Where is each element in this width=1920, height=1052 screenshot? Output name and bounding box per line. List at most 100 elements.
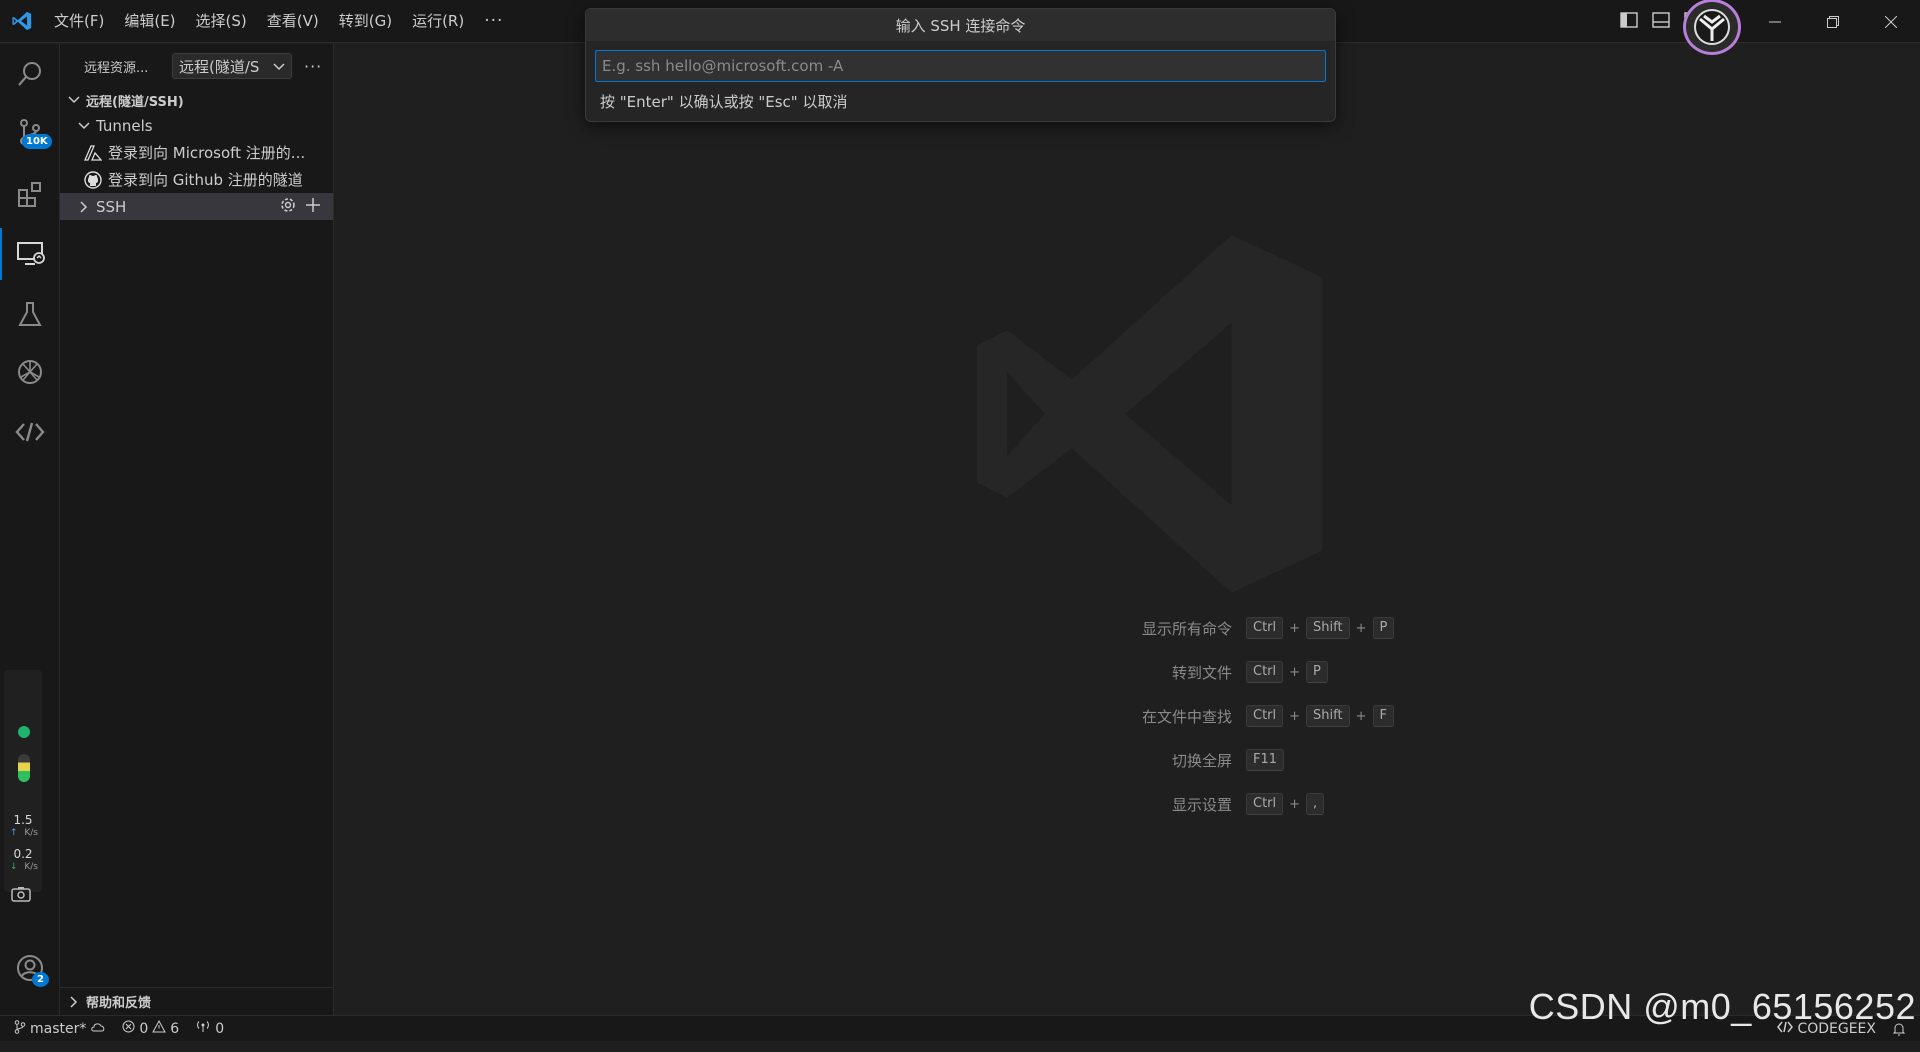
ai-assistant-icon[interactable] [0, 346, 60, 398]
search-icon[interactable] [0, 48, 60, 100]
remote-explorer-sidebar: 远程资源... 远程(隧道/S ··· 远程(隧道/SSH) Tunnels 登… [60, 44, 334, 1015]
shortcut-row: 转到文件 Ctrl + P [854, 650, 1474, 694]
remote-view-select-value: 远程(隧道/S [179, 57, 260, 76]
memory-level-bar [18, 754, 30, 782]
quick-input-hint: 按 "Enter" 以确认或按 "Esc" 以取消 [600, 93, 848, 111]
ssh-group[interactable]: SSH [60, 193, 333, 220]
ssh-label: SSH [96, 197, 127, 216]
codegeex-icon[interactable] [0, 406, 60, 458]
remote-view-select[interactable]: 远程(隧道/S [172, 53, 292, 79]
upload-speed-unit: K/s [24, 828, 38, 838]
menu-edit[interactable]: 编辑(E) [114, 0, 185, 43]
extensions-icon[interactable] [0, 168, 60, 220]
ssh-settings-gear-icon[interactable] [279, 196, 297, 218]
key-plus: + [1289, 620, 1301, 636]
upload-speed-value: 1.5 [13, 813, 33, 827]
menu-file[interactable]: 文件(F) [44, 0, 114, 43]
testing-flask-icon[interactable] [0, 288, 60, 340]
add-ssh-host-plus-icon[interactable] [305, 197, 321, 217]
ssh-actions [279, 193, 321, 220]
accounts-icon[interactable]: 2 [0, 942, 60, 994]
screenshot-camera-icon[interactable] [0, 878, 42, 910]
key-cap: Ctrl [1246, 617, 1284, 639]
shortcut-hints: 显示所有命令 Ctrl + Shift + P 转到文件 Ctrl + P 在文件中查… [854, 606, 1474, 826]
menu-run[interactable]: 运行(R) [402, 0, 474, 43]
floating-assistant-avatar-icon[interactable] [1683, 0, 1741, 55]
sync-cloud-icon[interactable] [90, 1021, 106, 1037]
download-speed-unit: K/s [24, 862, 38, 872]
shortcut-keys: F11 [1246, 749, 1285, 771]
shortcut-keys: Ctrl + P [1246, 661, 1328, 683]
tunnel-item-label: 登录到向 Github 注册的隧道 [108, 171, 303, 189]
shortcut-label: 显示设置 [1171, 795, 1232, 814]
tunnel-item-github[interactable]: 登录到向 Github 注册的隧道 [60, 166, 333, 193]
chevron-right-icon [76, 199, 92, 215]
shortcut-label: 在文件中查找 [1141, 707, 1232, 726]
network-monitor-panel: 1.5 ↑ K/s 0.2 ↓ K/s [4, 670, 42, 892]
chevron-down-icon [66, 92, 82, 108]
key-plus: + [1355, 620, 1367, 636]
key-plus: + [1289, 664, 1301, 680]
ssh-command-input[interactable] [595, 50, 1326, 82]
sidebar-more-actions-icon[interactable]: ··· [304, 57, 322, 76]
sidebar-title: 远程资源... [84, 60, 149, 76]
quick-input-title: 输入 SSH 连接命令 [586, 9, 1335, 41]
tunnel-item-microsoft[interactable]: 登录到向 Microsoft 注册的... [60, 139, 333, 166]
problems-status[interactable]: 0 6 [114, 1019, 187, 1037]
shortcut-keys: Ctrl + Shift + P [1246, 617, 1395, 639]
git-branch-label: master* [30, 1020, 87, 1037]
ports-count: 0 [215, 1020, 225, 1037]
sidebar-header: 远程资源... 远程(隧道/S ··· [60, 44, 333, 88]
key-cap: Shift [1306, 617, 1350, 639]
azure-icon [84, 144, 102, 162]
key-cap: , [1306, 793, 1325, 815]
shortcut-row: 切换全屏 F11 [854, 738, 1474, 782]
tunnels-group[interactable]: Tunnels [60, 112, 333, 139]
key-cap: F [1372, 705, 1394, 727]
shortcut-label: 转到文件 [1171, 663, 1232, 682]
key-cap: Ctrl [1246, 705, 1284, 727]
toggle-primary-sidebar-icon[interactable] [1620, 11, 1638, 32]
remote-explorer-icon[interactable] [0, 228, 60, 280]
menu-view[interactable]: 查看(V) [257, 0, 329, 43]
close-icon[interactable] [1862, 0, 1920, 43]
shortcut-row: 显示所有命令 Ctrl + Shift + P [854, 606, 1474, 650]
help-feedback-label: 帮助和反馈 [86, 996, 152, 1011]
git-branch-status[interactable]: master* [0, 1019, 114, 1038]
source-control-icon[interactable]: 10K [0, 106, 60, 158]
github-icon [84, 170, 102, 189]
shortcut-label: 切换全屏 [1171, 751, 1232, 770]
key-cap: Ctrl [1246, 661, 1284, 683]
minimize-icon[interactable] [1746, 0, 1804, 43]
menu-selection[interactable]: 选择(S) [186, 0, 257, 43]
warning-count: 6 [170, 1020, 180, 1037]
menu-more-button[interactable]: ··· [474, 0, 513, 43]
editor-area: 显示所有命令 Ctrl + Shift + P 转到文件 Ctrl + P 在文件中查… [334, 44, 1920, 1015]
activity-bar: 10K 1.5 ↑ K/s 0.2 ↓ K/s 2 [0, 44, 60, 1036]
ports-status[interactable]: 0 [187, 1020, 232, 1037]
window-controls [1746, 0, 1920, 43]
remote-section-header[interactable]: 远程(隧道/SSH) [60, 88, 333, 112]
key-cap: Shift [1306, 705, 1350, 727]
shortcut-row: 在文件中查找 Ctrl + Shift + F [854, 694, 1474, 738]
key-plus: + [1289, 708, 1301, 724]
vscode-watermark-logo [954, 224, 1334, 608]
tunnels-label: Tunnels [96, 116, 153, 135]
help-feedback-section[interactable]: 帮助和反馈 [60, 987, 333, 1015]
shortcut-label: 显示所有命令 [1141, 619, 1232, 638]
menu-bar: 文件(F) 编辑(E) 选择(S) 查看(V) 转到(G) 运行(R) ··· [44, 0, 513, 43]
menu-go[interactable]: 转到(G) [329, 0, 402, 43]
restore-icon[interactable] [1804, 0, 1862, 43]
key-plus: + [1355, 708, 1367, 724]
warning-icon [152, 1019, 167, 1037]
key-cap: Ctrl [1246, 793, 1284, 815]
broadcast-icon [195, 1020, 211, 1037]
error-count: 0 [139, 1020, 149, 1037]
csdn-watermark: CSDN @m0_65156252 [1528, 986, 1916, 1027]
accounts-badge: 2 [32, 972, 49, 987]
vscode-logo-icon [0, 0, 44, 43]
tunnel-item-label: 登录到向 Microsoft 注册的... [108, 144, 306, 162]
toggle-panel-icon[interactable] [1652, 11, 1670, 32]
status-dot-icon [18, 726, 30, 738]
source-control-badge: 10K [22, 134, 52, 149]
